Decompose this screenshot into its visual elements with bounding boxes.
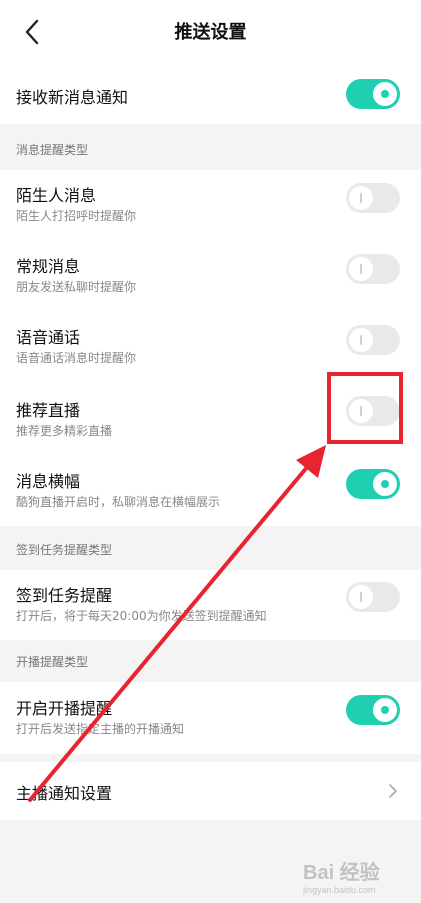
row-subtitle: 打开后，将于每天20:00为你发送签到提醒通知 xyxy=(16,609,267,623)
row-title: 签到任务提醒 xyxy=(16,586,113,605)
row-regular: 常规消息 朋友发送私聊时提醒你 xyxy=(0,241,421,312)
row-title: 陌生人消息 xyxy=(16,186,97,205)
row-receive-notify: 接收新消息通知 xyxy=(0,64,421,124)
row-subtitle: 语音通话消息时提醒你 xyxy=(16,351,137,365)
section-label: 消息提醒类型 xyxy=(16,143,89,157)
toggle-knob xyxy=(349,399,373,423)
row-banner: 消息横幅 酷狗直播开启时，私聊消息在横幅展示 xyxy=(0,454,421,526)
row-title: 开启开播提醒 xyxy=(16,699,113,718)
toggle-broadcast[interactable] xyxy=(346,695,400,725)
toggle-knob xyxy=(373,472,397,496)
row-title: 推荐直播 xyxy=(16,401,81,420)
toggle-banner[interactable] xyxy=(346,469,400,499)
section-label: 签到任务提醒类型 xyxy=(16,543,113,557)
row-subtitle: 打开后发送指定主播的开播通知 xyxy=(16,722,185,736)
row-stranger: 陌生人消息 陌生人打招呼时提醒你 xyxy=(0,170,421,241)
row-subtitle: 朋友发送私聊时提醒你 xyxy=(16,280,137,294)
row-live: 推荐直播 推荐更多精彩直播 xyxy=(0,383,421,454)
row-title: 语音通话 xyxy=(16,328,81,347)
toggle-knob xyxy=(349,585,373,609)
row-broadcast: 开启开播提醒 打开后发送指定主播的开播通知 xyxy=(0,682,421,754)
watermark-text: Bai 经验 xyxy=(303,860,380,884)
toggle-regular[interactable] xyxy=(346,254,400,284)
watermark-logo-icon: Bai 经验 jingyan.baidu.com xyxy=(302,860,380,895)
row-subtitle: 陌生人打招呼时提醒你 xyxy=(16,209,137,223)
row-checkin: 签到任务提醒 打开后，将于每天20:00为你发送签到提醒通知 xyxy=(0,570,421,640)
row-title: 消息横幅 xyxy=(16,472,81,491)
watermark-sub: jingyan.baidu.com xyxy=(302,885,376,895)
row-title: 主播通知设置 xyxy=(16,784,113,803)
toggle-knob xyxy=(373,82,397,106)
section-label: 开播提醒类型 xyxy=(16,655,89,669)
watermark: Bai 经验 jingyan.baidu.com xyxy=(301,855,411,897)
toggle-receive-notify[interactable] xyxy=(346,79,400,109)
toggle-knob xyxy=(349,328,373,352)
row-title: 常规消息 xyxy=(16,257,81,276)
toggle-knob xyxy=(349,186,373,210)
row-voice: 语音通话 语音通话消息时提醒你 xyxy=(0,312,421,383)
toggle-knob xyxy=(373,698,397,722)
row-title: 接收新消息通知 xyxy=(16,88,129,107)
nav-header: 推送设置 xyxy=(0,0,421,64)
toggle-voice[interactable] xyxy=(346,325,400,355)
toggle-live[interactable] xyxy=(346,396,400,426)
row-host-settings[interactable]: 主播通知设置 xyxy=(0,762,421,820)
row-subtitle: 酷狗直播开启时，私聊消息在横幅展示 xyxy=(16,495,221,509)
section-header-message-types: 消息提醒类型 xyxy=(0,128,421,170)
row-subtitle: 推荐更多精彩直播 xyxy=(16,424,113,438)
toggle-checkin[interactable] xyxy=(346,582,400,612)
section-header-checkin-types: 签到任务提醒类型 xyxy=(0,528,421,570)
chevron-right-icon xyxy=(389,784,397,798)
toggle-knob xyxy=(349,257,373,281)
section-header-broadcast-types: 开播提醒类型 xyxy=(0,640,421,682)
toggle-stranger[interactable] xyxy=(346,183,400,213)
page-title: 推送设置 xyxy=(174,22,247,43)
